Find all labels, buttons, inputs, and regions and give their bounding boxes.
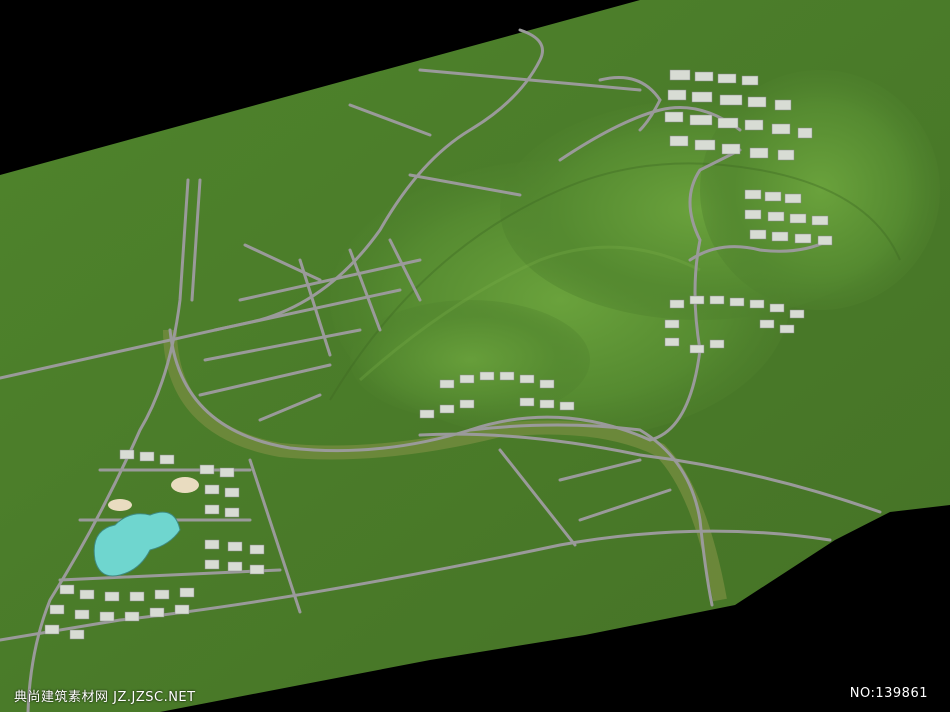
plaza <box>171 477 199 493</box>
watermark-right: NO:139861 <box>849 686 928 701</box>
master-plan-rendering <box>0 0 950 712</box>
plaza <box>108 499 132 511</box>
watermark-left: 典尚建筑素材网 JZ.JZSC.NET <box>14 690 196 705</box>
